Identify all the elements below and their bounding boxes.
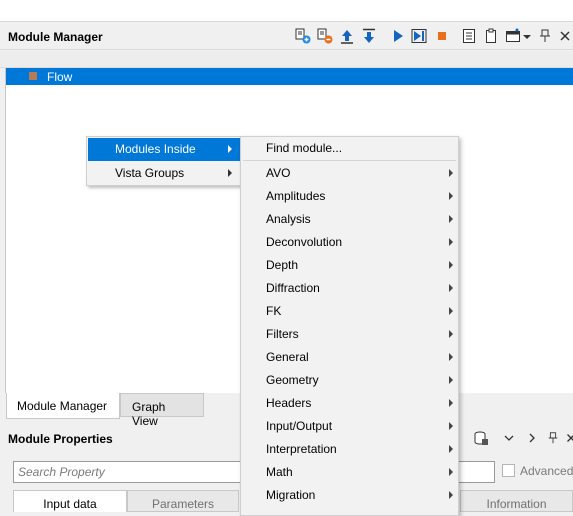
menu-item-label: Math (266, 465, 293, 479)
tab-parameters[interactable]: Parameters (127, 490, 239, 512)
database-icon[interactable] (473, 430, 489, 449)
tab-module-manager[interactable]: Module Manager (6, 393, 120, 419)
menu-item-vista-groups[interactable]: Vista Groups (88, 162, 240, 185)
top-strip (0, 0, 573, 22)
flow-node-icon (29, 72, 37, 80)
chevron-right-icon[interactable] (526, 432, 538, 447)
module-properties-title: Module Properties (8, 432, 113, 446)
menu-item-label: Filters (266, 327, 299, 341)
chevron-right-icon (228, 145, 232, 153)
tab-graph-view[interactable]: Graph View (120, 393, 204, 417)
toolbar-strip (0, 51, 573, 68)
submenu-item-migration[interactable]: Migration (242, 484, 457, 507)
submenu-item-analysis[interactable]: Analysis (242, 208, 457, 231)
chevron-right-icon (449, 215, 453, 223)
menu-item-label: Interpretation (266, 442, 337, 456)
module-manager-title: Module Manager (8, 30, 103, 44)
menu-item-label: Vista Groups (115, 166, 184, 180)
chevron-right-icon (449, 238, 453, 246)
chevron-right-icon (449, 445, 453, 453)
modules-submenu: Find module... AVO Amplitudes Analysis Deco… (240, 136, 459, 516)
submenu-item-amplitudes[interactable]: Amplitudes (242, 185, 457, 208)
menu-item-label: Analysis (266, 212, 311, 226)
run-icon[interactable] (389, 27, 407, 45)
tree-item-label: Flow (47, 70, 72, 84)
add-module-icon[interactable] (294, 27, 312, 45)
submenu-item-depth[interactable]: Depth (242, 254, 457, 277)
submenu-item-avo[interactable]: AVO (242, 162, 457, 185)
menu-item-label: Deconvolution (266, 235, 342, 249)
menu-item-label: FK (266, 304, 281, 318)
menu-item-label: Diffraction (266, 281, 320, 295)
chevron-right-icon (449, 491, 453, 499)
chevron-right-icon (449, 169, 453, 177)
context-menu: Modules Inside Vista Groups (86, 136, 242, 186)
chevron-right-icon (449, 307, 453, 315)
chevron-right-icon (449, 468, 453, 476)
chevron-right-icon (449, 261, 453, 269)
move-up-icon[interactable] (338, 27, 356, 45)
menu-separator (243, 160, 456, 161)
remove-module-icon[interactable] (316, 27, 334, 45)
menu-item-label: Input/Output (266, 419, 332, 433)
run-step-icon[interactable] (410, 27, 428, 45)
submenu-item-filters[interactable]: Filters (242, 323, 457, 346)
dropdown-icon[interactable] (522, 27, 532, 45)
find-module-item[interactable]: Find module... (266, 141, 342, 155)
advanced-checkbox[interactable] (502, 464, 515, 477)
menu-item-modules-inside[interactable]: Modules Inside (88, 138, 240, 161)
submenu-item-geometry[interactable]: Geometry (242, 369, 457, 392)
stop-icon[interactable] (433, 27, 451, 45)
menu-item-label: Headers (266, 396, 311, 410)
window-icon[interactable] (504, 27, 522, 45)
chevron-right-icon (449, 422, 453, 430)
pin-icon[interactable] (536, 27, 554, 45)
chevron-right-icon (449, 353, 453, 361)
menu-item-label: Amplitudes (266, 189, 325, 203)
menu-item-label: Modules Inside (115, 142, 196, 156)
menu-item-label: Depth (266, 258, 298, 272)
submenu-item-headers[interactable]: Headers (242, 392, 457, 415)
tree-row-flow[interactable]: Flow (6, 68, 573, 85)
tab-input-data[interactable]: Input data (13, 490, 127, 512)
submenu-item-math[interactable]: Math (242, 461, 457, 484)
close-icon[interactable] (556, 27, 573, 45)
advanced-label: Advanced (520, 464, 573, 478)
submenu-item-general[interactable]: General (242, 346, 457, 369)
clipboard-icon[interactable] (482, 27, 500, 45)
chevron-right-icon (449, 284, 453, 292)
chevron-right-icon (449, 330, 453, 338)
tab-information[interactable]: Information (460, 490, 573, 512)
chevron-right-icon (449, 399, 453, 407)
move-down-icon[interactable] (360, 27, 378, 45)
pin-icon[interactable] (546, 431, 560, 448)
submenu-item-fk[interactable]: FK (242, 300, 457, 323)
chevron-down-icon[interactable] (503, 432, 515, 447)
submenu-item-diffraction[interactable]: Diffraction (242, 277, 457, 300)
menu-item-label: Geometry (266, 373, 319, 387)
chevron-right-icon (449, 376, 453, 384)
close-icon[interactable] (564, 431, 573, 448)
chevron-right-icon (228, 169, 232, 177)
menu-item-label: Migration (266, 488, 315, 502)
module-manager-titlebar: Module Manager (0, 22, 573, 50)
submenu-item-input-output[interactable]: Input/Output (242, 415, 457, 438)
submenu-item-interpretation[interactable]: Interpretation (242, 438, 457, 461)
submenu-item-deconvolution[interactable]: Deconvolution (242, 231, 457, 254)
log-icon[interactable] (460, 27, 478, 45)
menu-item-label: AVO (266, 166, 290, 180)
menu-item-label: General (266, 350, 309, 364)
chevron-right-icon (449, 192, 453, 200)
